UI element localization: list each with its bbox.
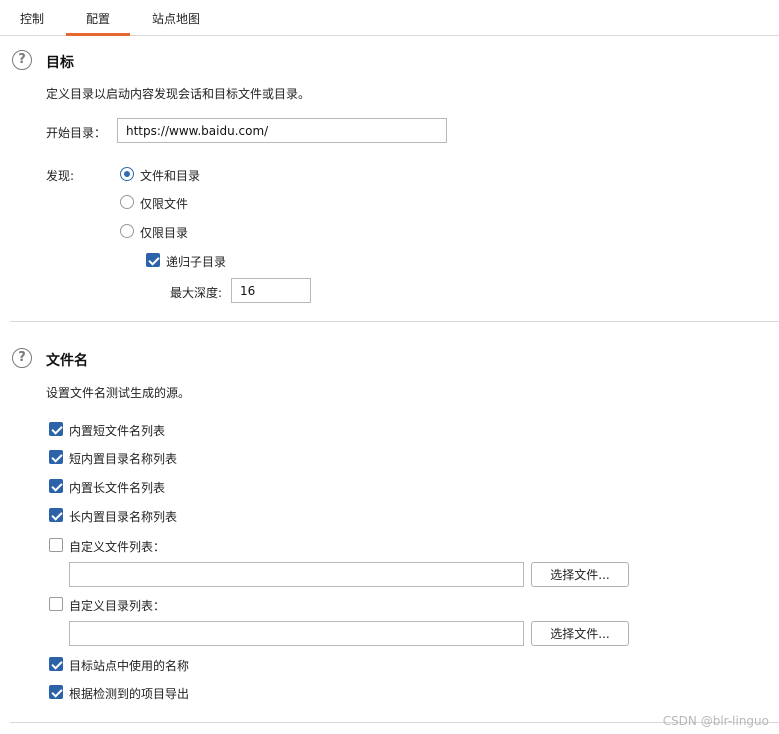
checkbox-custom-file-list-label: 自定义文件列表：	[69, 540, 166, 554]
checkbox-recursive[interactable]	[146, 253, 160, 267]
section-divider	[10, 321, 779, 322]
checkbox-builtin-short-files[interactable]	[49, 422, 63, 436]
start-dir-label: 开始目录：	[46, 126, 107, 140]
max-depth-input[interactable]	[231, 278, 311, 303]
checkbox-builtin-long-files-label: 内置长文件名列表	[69, 481, 166, 495]
checkbox-builtin-long-files[interactable]	[49, 479, 63, 493]
section-title-filenames: 文件名	[46, 353, 88, 369]
section-description-target: 定义目录以启动内容发现会话和目标文件或目录。	[46, 87, 311, 101]
radio-files-only[interactable]	[120, 195, 134, 209]
checkbox-builtin-short-files-label: 内置短文件名列表	[69, 424, 166, 438]
discover-label: 发现:	[46, 169, 75, 183]
checkbox-builtin-long-dirs-label: 长内置目录名称列表	[69, 510, 178, 524]
help-icon[interactable]: ?	[12, 50, 32, 70]
checkbox-site-names[interactable]	[49, 657, 63, 671]
checkbox-custom-file-list[interactable]	[49, 538, 63, 552]
choose-dir-file-button[interactable]: 选择文件...	[531, 621, 629, 646]
radio-dirs-only-label: 仅限目录	[140, 226, 189, 240]
choose-file-button[interactable]: 选择文件...	[531, 562, 629, 587]
start-dir-input[interactable]	[117, 118, 447, 143]
tab-sitemap[interactable]: 站点地图	[150, 10, 202, 36]
checkbox-builtin-short-dirs-label: 短内置目录名称列表	[69, 452, 178, 466]
checkbox-custom-dir-list[interactable]	[49, 597, 63, 611]
radio-files-and-dirs[interactable]	[120, 167, 134, 181]
custom-dir-list-input[interactable]	[69, 621, 524, 646]
watermark: CSDN @blr-linguo	[662, 714, 769, 728]
tab-bar: 控制 配置 站点地图	[0, 0, 779, 36]
custom-file-list-input[interactable]	[69, 562, 524, 587]
checkbox-derived-names[interactable]	[49, 685, 63, 699]
help-icon[interactable]: ?	[12, 348, 32, 368]
max-depth-label: 最大深度:	[170, 286, 223, 300]
radio-files-only-label: 仅限文件	[140, 197, 189, 211]
tab-control[interactable]: 控制	[18, 10, 46, 36]
checkbox-site-names-label: 目标站点中使用的名称	[69, 659, 190, 673]
section-title-target: 目标	[46, 55, 74, 71]
checkbox-custom-dir-list-label: 自定义目录列表：	[69, 599, 166, 613]
radio-files-and-dirs-label: 文件和目录	[140, 169, 201, 183]
radio-dirs-only[interactable]	[120, 224, 134, 238]
checkbox-builtin-short-dirs[interactable]	[49, 450, 63, 464]
tab-config[interactable]: 配置	[66, 10, 130, 36]
checkbox-derived-names-label: 根据检测到的项目导出	[69, 687, 190, 701]
checkbox-recursive-label: 递归子目录	[166, 255, 227, 269]
checkbox-builtin-long-dirs[interactable]	[49, 508, 63, 522]
section-description-filenames: 设置文件名测试生成的源。	[46, 386, 191, 400]
